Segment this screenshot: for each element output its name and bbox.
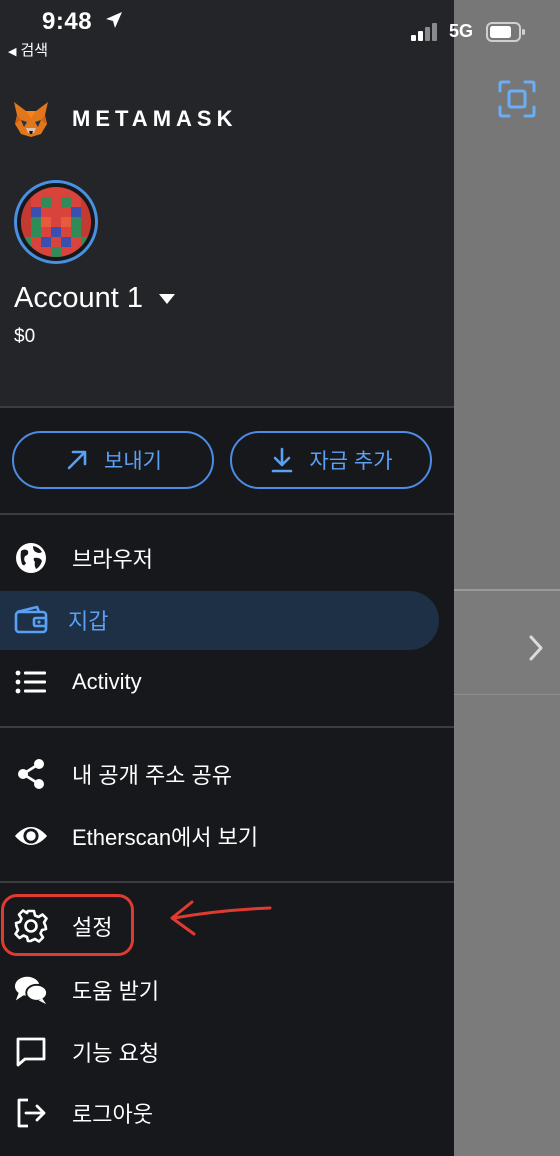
menu-item-label: 브라우저	[72, 547, 153, 572]
menu-item-label: 로그아웃	[72, 1102, 153, 1127]
background-divider	[454, 589, 560, 591]
menu-item-wallet[interactable]: 지갑	[0, 591, 454, 649]
navigation-drawer: 9:48 ◀ 검색 5G METAMASK Account 1 $0 보내기 자…	[0, 0, 525, 1156]
background-page	[454, 0, 560, 1156]
add-funds-label: 자금 추가	[309, 450, 393, 473]
location-arrow-icon	[106, 12, 122, 28]
account-name[interactable]: Account 1	[14, 282, 143, 315]
signal-bars-icon	[411, 23, 437, 41]
back-to-search-link[interactable]: ◀ 검색	[8, 39, 48, 60]
menu-item-get-help[interactable]: 도움 받기	[0, 961, 454, 1019]
add-funds-button[interactable]: 자금 추가	[230, 431, 432, 489]
menu-item-label: Activity	[72, 669, 142, 694]
menu-item-label: 내 공개 주소 공유	[72, 763, 233, 788]
list-icon	[14, 665, 48, 699]
menu-item-label: Etherscan에서 보기	[72, 825, 259, 850]
eye-icon	[14, 819, 48, 853]
logout-icon	[14, 1096, 48, 1130]
annotation-highlight-box	[1, 894, 134, 956]
annotation-arrow-icon	[170, 900, 272, 936]
menu-item-label: 도움 받기	[72, 979, 160, 1004]
network-type: 5G	[449, 21, 474, 41]
brand-wordmark: METAMASK	[72, 106, 238, 131]
menu-item-feature-request[interactable]: 기능 요청	[0, 1023, 454, 1081]
back-triangle-icon: ◀	[8, 46, 17, 58]
menu-item-browser[interactable]: 브라우저	[0, 529, 454, 587]
wallet-icon	[14, 603, 48, 637]
send-label: 보내기	[104, 450, 162, 473]
menu-item-view-etherscan[interactable]: Etherscan에서 보기	[0, 807, 454, 865]
status-time: 9:48	[42, 8, 93, 35]
battery-icon	[486, 22, 525, 42]
metamask-fox-logo	[14, 102, 48, 137]
back-label: 검색	[20, 42, 49, 59]
menu-item-label: 기능 요청	[72, 1041, 160, 1066]
account-avatar[interactable]	[14, 180, 98, 264]
background-divider	[454, 694, 560, 695]
download-icon	[272, 447, 293, 473]
account-balance: $0	[14, 326, 36, 347]
chevron-right-icon[interactable]	[526, 634, 546, 662]
section-divider	[0, 513, 454, 515]
chat-bubbles-icon	[14, 973, 48, 1007]
menu-item-share-address[interactable]: 내 공개 주소 공유	[0, 745, 454, 803]
share-icon	[14, 757, 48, 791]
section-divider	[0, 726, 454, 728]
caret-down-icon[interactable]	[158, 293, 176, 305]
globe-icon	[14, 541, 48, 575]
section-divider	[0, 881, 454, 883]
section-divider	[0, 406, 454, 408]
arrow-up-right-icon	[67, 450, 87, 470]
menu-item-label: 지갑	[68, 609, 109, 634]
send-button[interactable]: 보내기	[12, 431, 214, 489]
message-icon	[14, 1035, 48, 1069]
menu-item-logout[interactable]: 로그아웃	[0, 1084, 454, 1142]
menu-item-activity[interactable]: Activity	[0, 653, 454, 711]
scan-qr-icon[interactable]	[498, 80, 536, 118]
